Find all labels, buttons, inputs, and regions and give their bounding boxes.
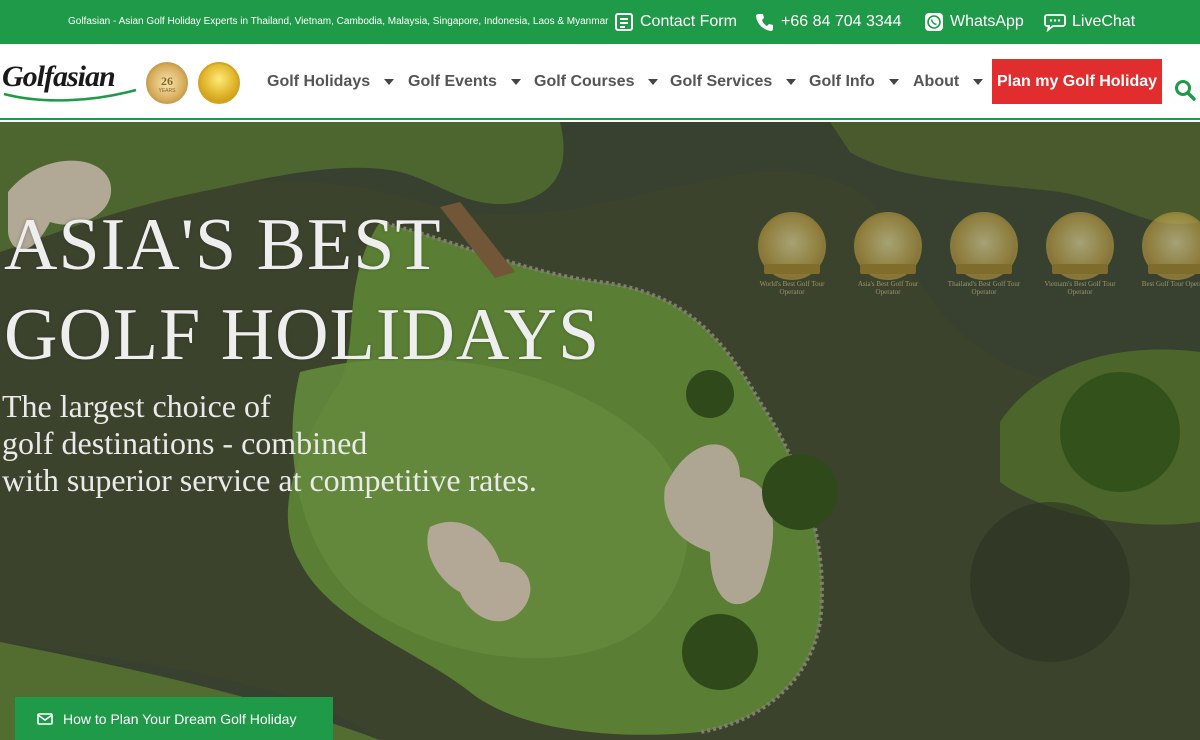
award-medal: World's Best Golf Tour Operator — [752, 212, 832, 322]
chevron-down-icon — [786, 79, 797, 85]
award-medal: Best Golf Tour Operator — [1136, 212, 1200, 322]
hero-banner: ASIA'S BEST GOLF HOLIDAYS The largest ch… — [0, 122, 1200, 740]
phone-link[interactable]: +66 84 704 3344 — [755, 0, 902, 44]
plan-my-golf-holiday-button[interactable]: Plan my Golf Holiday — [992, 59, 1162, 104]
nav-label: About — [913, 73, 960, 90]
years-badge-number: 26 — [161, 74, 173, 88]
award-caption: Vietnam's Best Golf Tour Operator — [1044, 280, 1116, 296]
how-to-plan-button[interactable]: How to Plan Your Dream Golf Holiday — [15, 697, 333, 740]
chevron-down-icon — [384, 79, 395, 85]
world-golf-awards: World's Best Golf Tour Operator Asia's B… — [752, 212, 1200, 322]
nav-golf-info[interactable]: Golf Info — [809, 44, 899, 120]
award-caption: Thailand's Best Golf Tour Operator — [947, 280, 1021, 296]
whatsapp-label: WhatsApp — [950, 13, 1024, 30]
whatsapp-icon — [925, 13, 943, 31]
site-tagline: Golfasian - Asian Golf Holiday Experts i… — [68, 16, 609, 27]
search-icon[interactable] — [1174, 79, 1196, 101]
years-badge-label: YEARS — [158, 88, 176, 94]
form-icon — [615, 13, 633, 31]
logo-swoosh — [3, 88, 137, 102]
hero-subtitle-line-3: with superior service at competitive rat… — [2, 462, 537, 498]
award-medal: Vietnam's Best Golf Tour Operator — [1040, 212, 1120, 322]
award-badge — [198, 62, 240, 104]
how-to-plan-label: How to Plan Your Dream Golf Holiday — [63, 710, 297, 727]
nav-label: Golf Info — [809, 73, 875, 90]
chevron-down-icon — [648, 79, 659, 85]
golfasian-logo[interactable]: Golfasian — [2, 60, 138, 104]
contact-form-label: Contact Form — [640, 13, 737, 30]
nav-golf-courses[interactable]: Golf Courses — [534, 44, 659, 120]
award-caption: World's Best Golf Tour Operator — [759, 280, 825, 296]
award-medal: Thailand's Best Golf Tour Operator — [944, 212, 1024, 322]
phone-icon — [756, 14, 773, 31]
26-years-badge: 26 YEARS — [146, 62, 188, 104]
nav-golf-holidays[interactable]: Golf Holidays — [267, 44, 395, 120]
award-caption: Asia's Best Golf Tour Operator — [857, 280, 919, 296]
chevron-down-icon — [973, 79, 984, 85]
chevron-down-icon — [510, 79, 521, 85]
livechat-label: LiveChat — [1072, 13, 1136, 30]
nav-label: Golf Events — [408, 73, 497, 90]
chevron-down-icon — [888, 79, 899, 85]
mail-icon — [37, 712, 53, 725]
nav-golf-services[interactable]: Golf Services — [670, 44, 797, 120]
nav-label: Golf Services — [670, 73, 773, 90]
chat-icon — [1044, 14, 1066, 32]
award-medal: Asia's Best Golf Tour Operator — [848, 212, 928, 322]
livechat-link[interactable]: LiveChat — [1044, 0, 1135, 44]
hero-subtitle-line-2: golf destinations - combined — [2, 425, 368, 461]
hero-title-line-1: ASIA'S BEST — [4, 204, 442, 286]
hero-subtitle-line-1: The largest choice of — [2, 388, 271, 424]
top-bar: Golfasian - Asian Golf Holiday Experts i… — [0, 0, 1200, 44]
phone-number: +66 84 704 3344 — [781, 13, 902, 30]
nav-golf-events[interactable]: Golf Events — [408, 44, 521, 120]
whatsapp-link[interactable]: WhatsApp — [924, 0, 1024, 44]
main-navigation: Golfasian 26 YEARS Golf Holidays Golf Ev… — [0, 44, 1200, 120]
nav-label: Golf Holidays — [267, 73, 371, 90]
nav-about[interactable]: About — [913, 44, 984, 120]
hero-title-line-2: GOLF HOLIDAYS — [4, 294, 601, 376]
award-caption: Best Golf Tour Operator — [1141, 280, 1200, 288]
contact-form-link[interactable]: Contact Form — [614, 0, 737, 44]
nav-label: Golf Courses — [534, 73, 635, 90]
